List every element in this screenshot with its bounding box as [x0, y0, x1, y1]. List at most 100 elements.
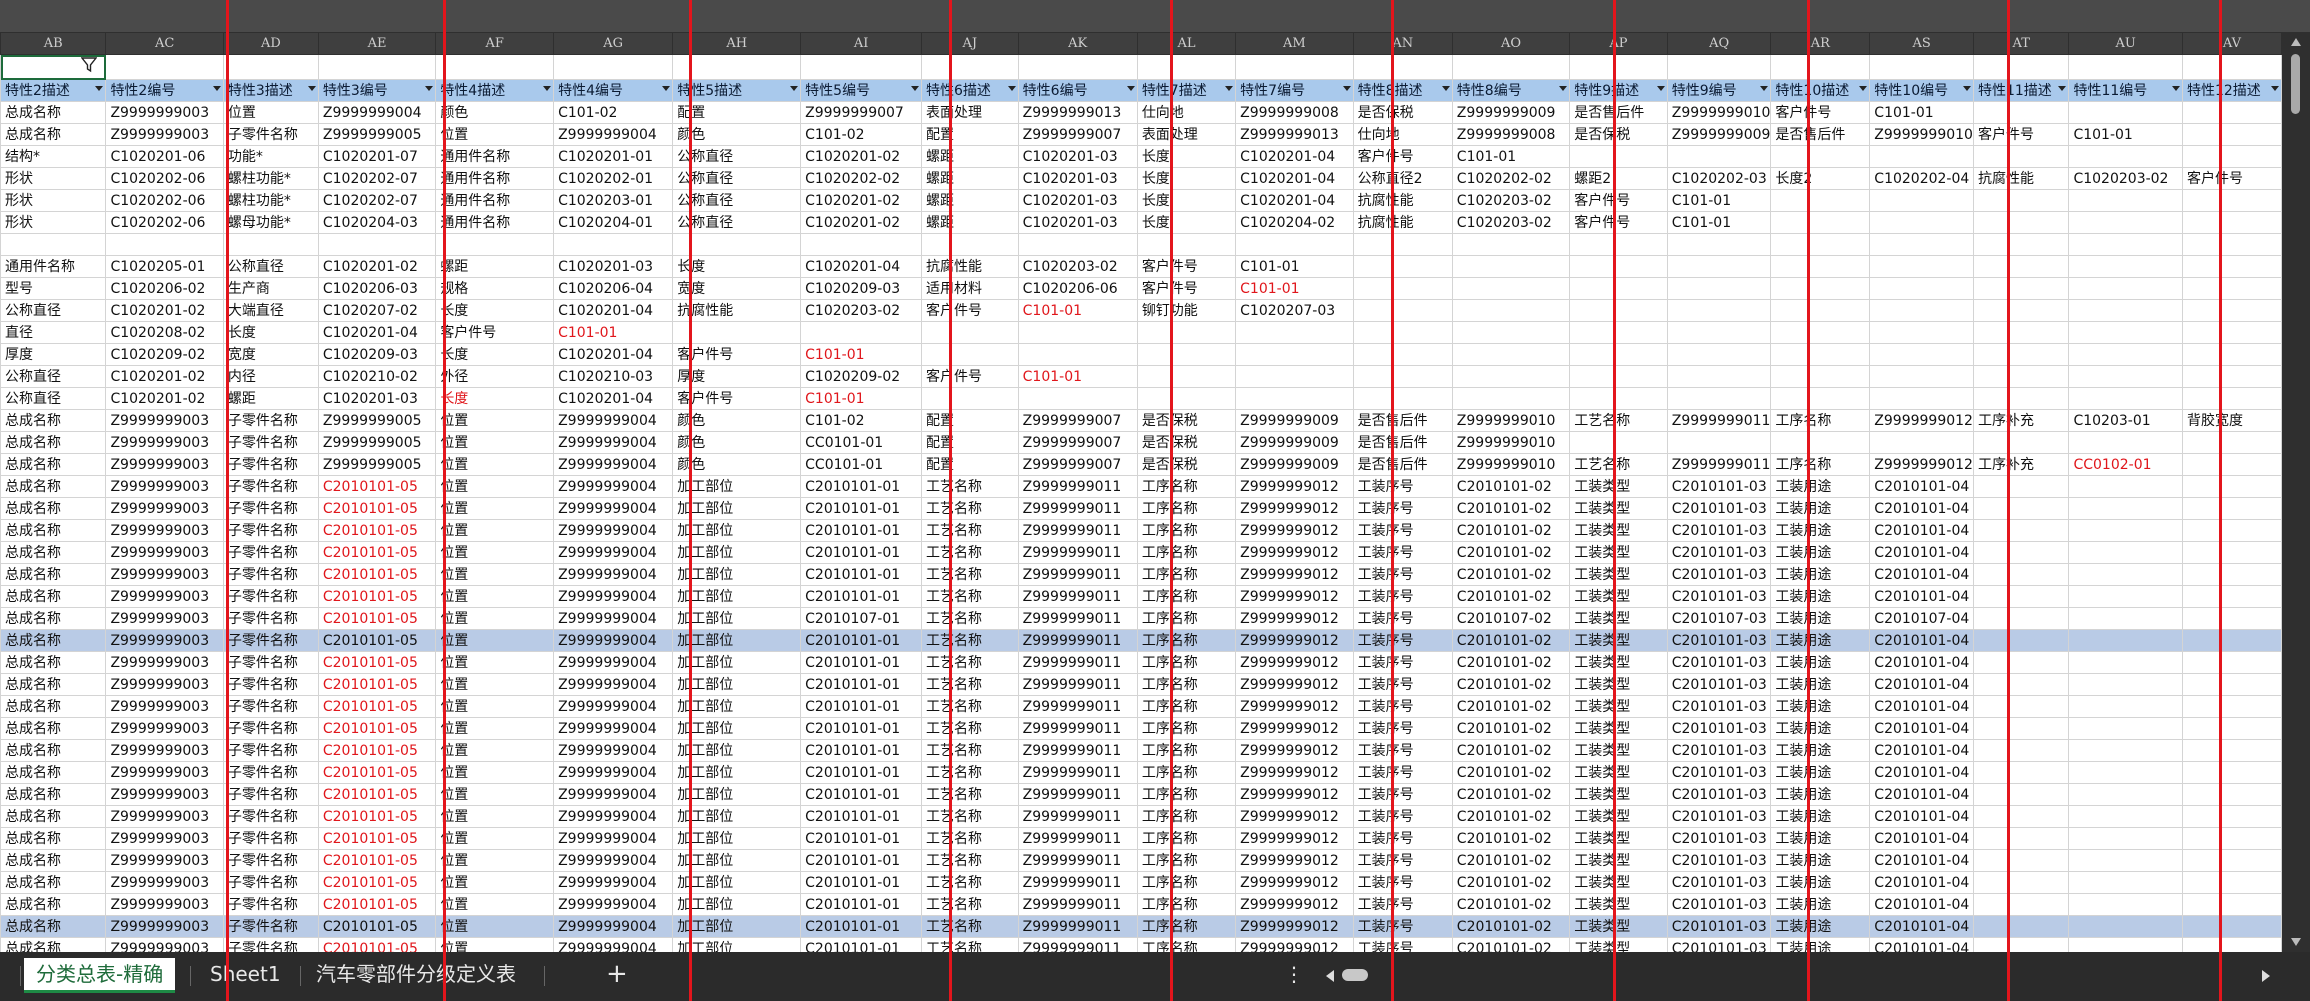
cell[interactable]: 工装用途 — [1770, 937, 1871, 952]
cell[interactable]: 工序名称 — [1136, 629, 1237, 652]
cell[interactable]: 工艺名称 — [921, 519, 1019, 542]
column-letter[interactable]: AO — [1451, 32, 1571, 55]
cell[interactable]: 工装类型 — [1569, 497, 1668, 520]
cell[interactable]: 内径 — [222, 365, 319, 388]
cell[interactable] — [2068, 321, 2183, 344]
cell[interactable]: Z9999999003 — [105, 541, 224, 564]
cell[interactable]: Z9999999012 — [1235, 827, 1354, 850]
cell[interactable] — [1569, 431, 1668, 454]
column-letter[interactable]: AU — [2068, 32, 2183, 55]
cell[interactable]: C10203-01 — [2068, 409, 2183, 432]
cell[interactable]: 工序名称 — [1136, 849, 1237, 872]
cell[interactable]: 子零件名称 — [222, 849, 319, 872]
cell[interactable] — [2068, 519, 2183, 542]
cell[interactable]: C2010101-05 — [317, 893, 437, 916]
cell[interactable]: Z9999999012 — [1235, 761, 1354, 784]
cell[interactable]: Z9999999003 — [105, 101, 224, 124]
cell[interactable]: 工装用途 — [1770, 827, 1871, 850]
cell[interactable]: 工装类型 — [1569, 783, 1668, 806]
cell[interactable]: Z9999999004 — [553, 827, 674, 850]
cell[interactable]: Z9999999003 — [105, 739, 224, 762]
cell[interactable] — [1666, 387, 1772, 410]
cell[interactable]: 位置 — [435, 629, 555, 652]
cell[interactable]: 位置 — [435, 695, 555, 718]
cell[interactable]: C101-02 — [800, 123, 922, 146]
cell[interactable]: 位置 — [435, 893, 555, 916]
header-cell[interactable]: 特性6描述 — [921, 79, 1019, 102]
cell[interactable]: 工装类型 — [1569, 541, 1668, 564]
column-letter[interactable]: AI — [800, 32, 922, 55]
cell[interactable]: Z9999999011 — [1017, 827, 1138, 850]
cell[interactable]: C2010101-05 — [317, 695, 437, 718]
cell[interactable]: C2010101-03 — [1666, 849, 1772, 872]
cell[interactable] — [1136, 233, 1237, 256]
cell[interactable]: C2010101-05 — [317, 541, 437, 564]
cell[interactable] — [2181, 123, 2282, 146]
column-letter[interactable]: AT — [1972, 32, 2070, 55]
cell[interactable]: C1020201-03 — [1017, 145, 1138, 168]
cell[interactable] — [2181, 453, 2282, 476]
cell[interactable]: C1020207-03 — [1235, 299, 1354, 322]
cell[interactable]: 工序名称 — [1136, 607, 1237, 630]
filter-dropdown-icon[interactable] — [2058, 86, 2067, 91]
header-cell[interactable]: 特性9描述 — [1569, 79, 1668, 102]
filter-dropdown-icon[interactable] — [307, 86, 316, 91]
cell[interactable]: 位置 — [435, 717, 555, 740]
cell[interactable]: C2010101-01 — [800, 761, 922, 784]
cell[interactable]: C1020201-02 — [105, 387, 224, 410]
cell[interactable]: Z9999999011 — [1017, 761, 1138, 784]
cell[interactable]: C2010101-01 — [800, 717, 922, 740]
cell[interactable]: C1020207-02 — [317, 299, 437, 322]
cell[interactable] — [2181, 343, 2282, 366]
cell[interactable]: 长度 — [435, 299, 555, 322]
cell[interactable]: C1020206-02 — [105, 277, 224, 300]
cell[interactable]: Z9999999004 — [553, 563, 674, 586]
column-letter[interactable]: AS — [1869, 32, 1974, 55]
cell[interactable]: 客户件号 — [921, 365, 1019, 388]
cell[interactable]: 工艺名称 — [921, 761, 1019, 784]
cell[interactable]: 结构* — [0, 145, 107, 168]
cell[interactable]: 总成名称 — [0, 915, 107, 938]
cell[interactable] — [1869, 277, 1974, 300]
cell[interactable] — [435, 233, 555, 256]
cell[interactable]: 总成名称 — [0, 453, 107, 476]
cell[interactable]: Z9999999003 — [105, 585, 224, 608]
cell[interactable]: Z9999999012 — [1235, 607, 1354, 630]
cell[interactable]: 位置 — [435, 783, 555, 806]
cell[interactable] — [2181, 827, 2282, 850]
cell[interactable]: 工序名称 — [1136, 915, 1237, 938]
cell[interactable] — [1666, 255, 1772, 278]
cell[interactable]: 工艺名称 — [921, 629, 1019, 652]
cell[interactable]: 位置 — [435, 409, 555, 432]
cell[interactable]: 工艺名称 — [921, 915, 1019, 938]
cell[interactable]: 通用件名称 — [435, 211, 555, 234]
cell[interactable] — [1451, 387, 1571, 410]
cell[interactable] — [1569, 321, 1668, 344]
cell[interactable]: C1020201-04 — [553, 343, 674, 366]
cell[interactable] — [1136, 321, 1237, 344]
cell[interactable] — [2181, 387, 2282, 410]
cell[interactable] — [2068, 673, 2183, 696]
cell[interactable] — [1972, 585, 2070, 608]
cell[interactable]: C101-01 — [800, 343, 922, 366]
cell[interactable] — [1666, 233, 1772, 256]
cell[interactable]: Z9999999004 — [553, 673, 674, 696]
cell[interactable] — [2068, 629, 2183, 652]
cell[interactable]: C1020210-02 — [317, 365, 437, 388]
filter-dropdown-icon[interactable] — [212, 86, 221, 91]
cell[interactable] — [2068, 651, 2183, 674]
cell[interactable]: 是否保税 — [1352, 101, 1453, 124]
cell[interactable]: Z9999999011 — [1017, 893, 1138, 916]
cell[interactable]: 抗腐性能 — [921, 255, 1019, 278]
cell[interactable]: 工装类型 — [1569, 717, 1668, 740]
cell[interactable] — [921, 387, 1019, 410]
column-letter[interactable]: AJ — [921, 32, 1019, 55]
cell[interactable]: 工装用途 — [1770, 475, 1871, 498]
cell[interactable]: C1020202-02 — [800, 167, 922, 190]
cell[interactable]: C2010101-02 — [1451, 541, 1571, 564]
cell[interactable]: Z9999999012 — [1235, 849, 1354, 872]
cell[interactable]: C101-01 — [1666, 211, 1772, 234]
cell[interactable] — [800, 54, 922, 80]
cell[interactable]: C101-01 — [553, 321, 674, 344]
cell[interactable]: 工装序号 — [1352, 541, 1453, 564]
